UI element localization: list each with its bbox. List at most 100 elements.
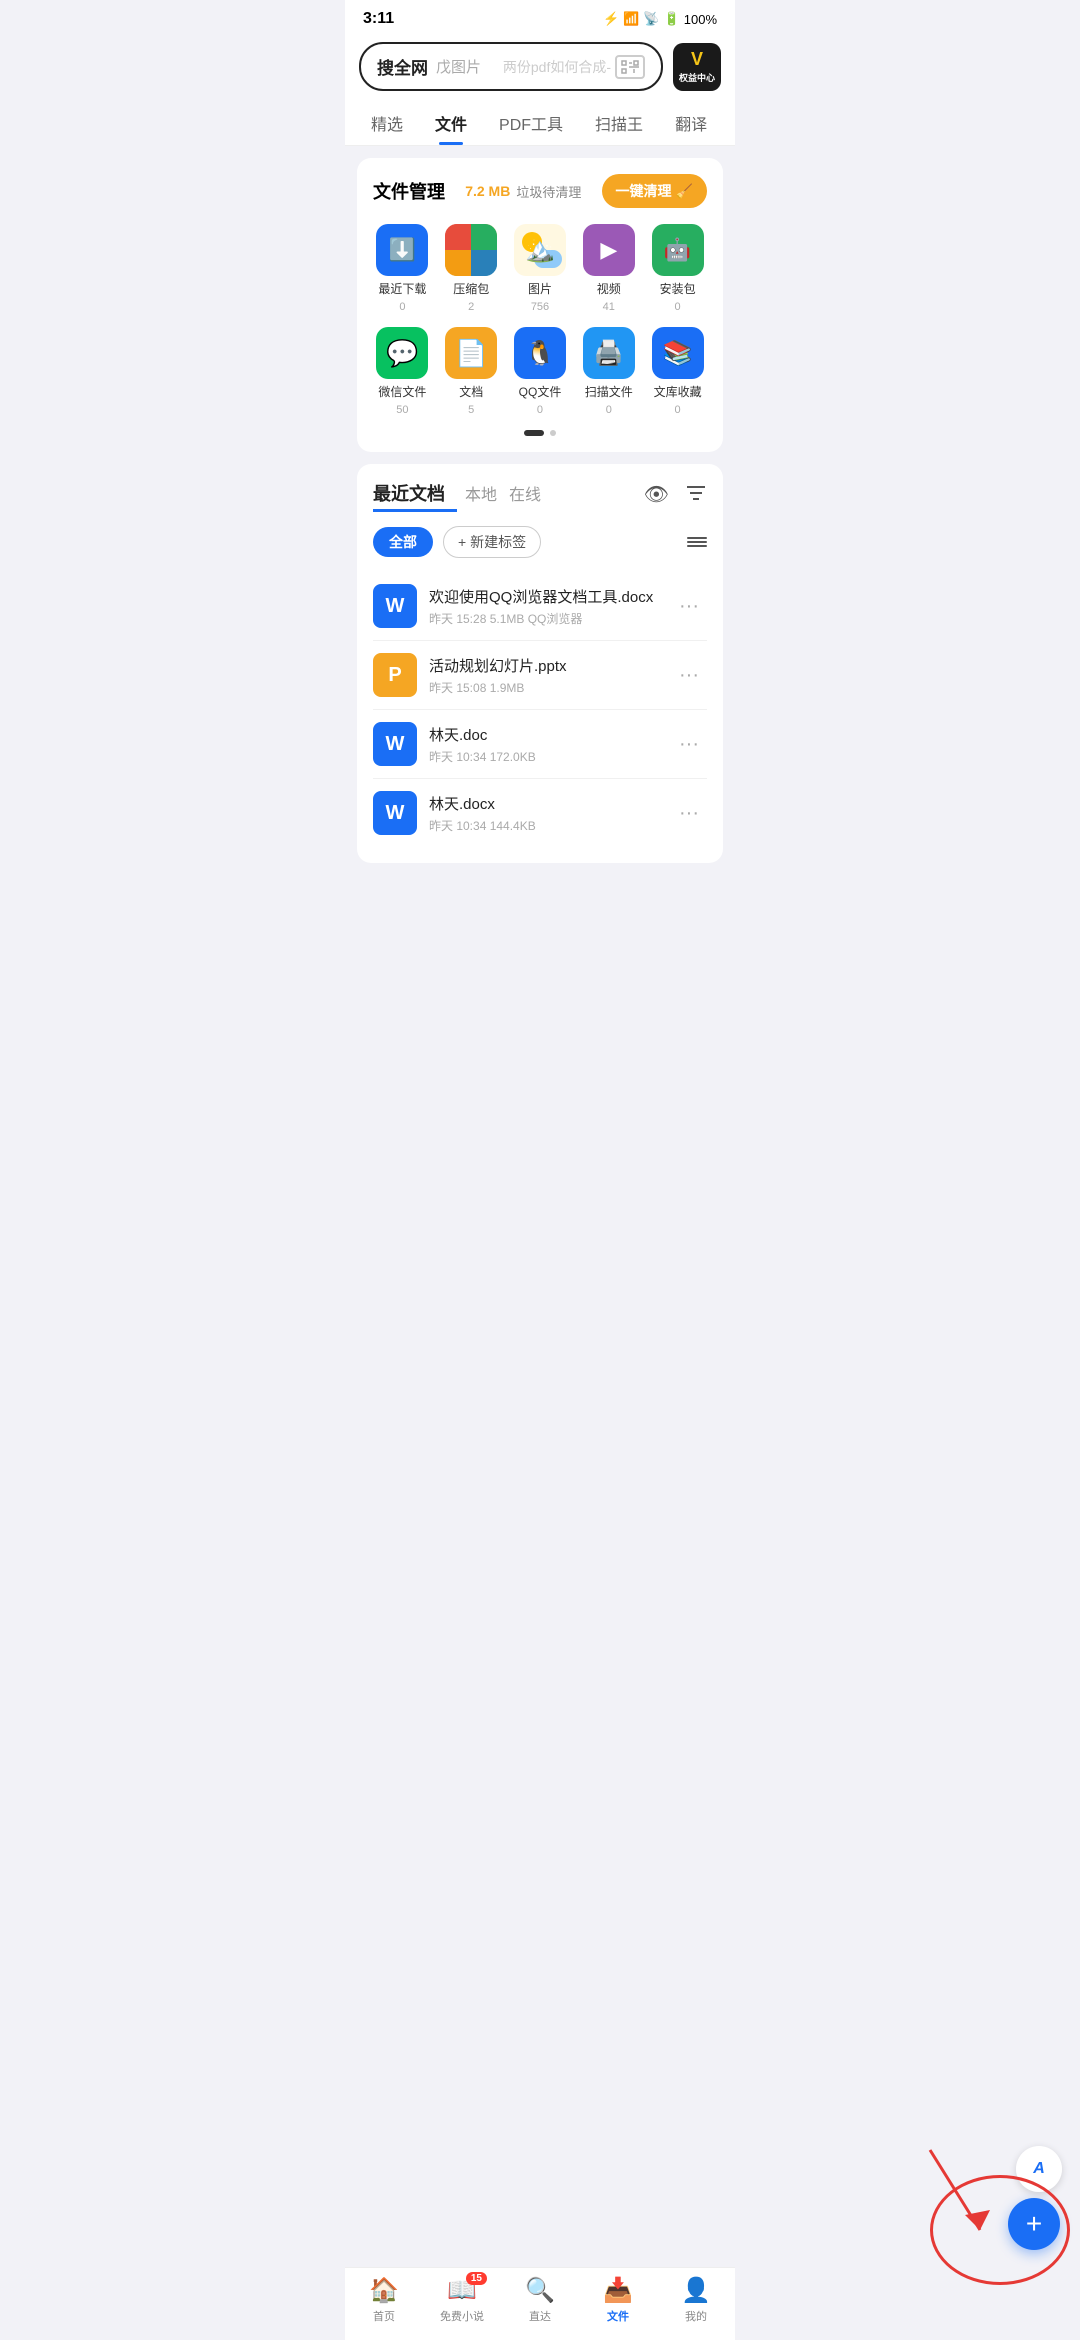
junk-size: 7.2 MB	[465, 183, 510, 199]
list-item[interactable]: W 林天.doc 昨天 10:34 172.0KB ···	[373, 710, 707, 779]
download-icon: ⬇️	[376, 224, 428, 276]
nav-item-home[interactable]: 🏠 首页	[345, 2276, 423, 2324]
file-title: 林天.docx	[429, 793, 659, 814]
image-icon: 🏔️	[514, 224, 566, 276]
tab-wenjian[interactable]: 文件	[419, 101, 483, 145]
tab-sync[interactable]: 同步学	[723, 101, 735, 145]
plus-icon: +	[1026, 2208, 1042, 2240]
tab-translate[interactable]: 翻译	[659, 101, 723, 145]
wifi-icon: 📶	[623, 11, 639, 27]
page-dots	[373, 430, 707, 436]
nav-item-profile[interactable]: 👤 我的	[657, 2276, 735, 2324]
file-item-zip[interactable]: 压缩包 2	[442, 224, 501, 313]
file-mgmt-header: 文件管理 7.2 MB 垃圾待清理 一键清理 🧹	[373, 174, 707, 208]
qq-icon: 🐧	[514, 327, 566, 379]
file-item-qq[interactable]: 🐧 QQ文件 0	[511, 327, 570, 416]
zip-icon	[445, 224, 497, 276]
status-icons: ⚡ 📶 📡 🔋 100%	[603, 11, 717, 27]
file-grid-row2: 💬 微信文件 50 📄 文档 5 🐧 QQ文件 0 🖨️ 扫描文件 0 📚 文库…	[373, 327, 707, 416]
junk-text: 垃圾待清理	[516, 182, 581, 201]
file-item-image[interactable]: 🏔️ 图片 756	[511, 224, 570, 313]
files-nav-icon: 📥	[603, 2276, 633, 2305]
file-item-lib[interactable]: 📚 文库收藏 0	[648, 327, 707, 416]
wechat-icon: 💬	[376, 327, 428, 379]
ppt-icon: P	[373, 653, 417, 697]
file-item-name: 视频	[597, 280, 621, 297]
file-item-name: 文库收藏	[654, 383, 702, 400]
file-meta: 昨天 15:28 5.1MB QQ浏览器	[429, 610, 659, 627]
tag-new[interactable]: + 新建标签	[443, 526, 541, 558]
battery-icon: 🔋	[664, 11, 680, 27]
nav-item-novel[interactable]: 📖 15 免费小说	[423, 2276, 501, 2324]
dot-inactive	[550, 430, 556, 436]
recent-tab-local[interactable]: 本地	[465, 481, 509, 511]
file-info: 林天.docx 昨天 10:34 144.4KB	[429, 793, 659, 834]
filter-icon[interactable]	[685, 482, 707, 510]
file-item-name: 安装包	[660, 280, 696, 297]
nav-label-home: 首页	[373, 2308, 395, 2324]
nav-tabs: 精选 文件 PDF工具 扫描王 翻译 同步学	[345, 101, 735, 146]
more-button[interactable]: ···	[671, 798, 707, 829]
dot-active	[524, 430, 544, 436]
file-item-scan[interactable]: 🖨️ 扫描文件 0	[579, 327, 638, 416]
view-icon[interactable]: 👁	[644, 482, 669, 510]
recent-actions: 👁	[644, 482, 707, 510]
scan-file-icon: 🖨️	[583, 327, 635, 379]
ocr-icon: A	[1033, 2160, 1045, 2178]
tag-all[interactable]: 全部	[373, 527, 433, 557]
nav-label-profile: 我的	[685, 2308, 707, 2324]
hamburger-menu[interactable]	[687, 537, 707, 547]
file-item-video[interactable]: ▶ 视频 41	[579, 224, 638, 313]
scan-icon	[615, 55, 645, 79]
list-item[interactable]: P 活动规划幻灯片.pptx 昨天 15:08 1.9MB ···	[373, 641, 707, 710]
file-meta: 昨天 10:34 144.4KB	[429, 817, 659, 834]
search-bar[interactable]: 搜全网 戊图片 两份pdf如何合成-	[359, 42, 663, 91]
more-button[interactable]: ···	[671, 660, 707, 691]
list-item[interactable]: W 欢迎使用QQ浏览器文档工具.docx 昨天 15:28 5.1MB QQ浏览…	[373, 572, 707, 641]
search-bar-container: 搜全网 戊图片 两份pdf如何合成- V 权益中心	[345, 34, 735, 101]
file-item-name: 扫描文件	[585, 383, 633, 400]
search-label: 搜全网	[377, 54, 428, 79]
nav-label-search: 直达	[529, 2308, 551, 2324]
nav-item-files[interactable]: 📥 文件	[579, 2276, 657, 2324]
file-item-name: QQ文件	[519, 383, 562, 400]
word-icon: W	[373, 584, 417, 628]
novel-badge-container: 📖 15	[447, 2276, 477, 2305]
clean-button[interactable]: 一键清理 🧹	[602, 174, 707, 208]
tab-pdf[interactable]: PDF工具	[483, 101, 579, 145]
file-mgmt-title: 文件管理	[373, 178, 445, 204]
file-list: W 欢迎使用QQ浏览器文档工具.docx 昨天 15:28 5.1MB QQ浏览…	[373, 572, 707, 847]
list-item[interactable]: W 林天.docx 昨天 10:34 144.4KB ···	[373, 779, 707, 847]
more-button[interactable]: ···	[671, 729, 707, 760]
file-item-name: 微信文件	[378, 383, 426, 400]
file-item-download[interactable]: ⬇️ 最近下载 0	[373, 224, 432, 313]
signal-icon: 📡	[643, 11, 659, 27]
doc-icon: 📄	[445, 327, 497, 379]
recent-tab-online[interactable]: 在线	[509, 481, 553, 511]
file-item-wechat[interactable]: 💬 微信文件 50	[373, 327, 432, 416]
search-nav-icon: 🔍	[525, 2276, 555, 2305]
recent-tab-recent[interactable]: 最近文档	[373, 480, 457, 512]
file-title: 欢迎使用QQ浏览器文档工具.docx	[429, 586, 659, 607]
more-button[interactable]: ···	[671, 591, 707, 622]
tab-jingxuan[interactable]: 精选	[355, 101, 419, 145]
search-hint-1: 戊图片	[436, 56, 481, 77]
file-grid-row1: ⬇️ 最近下载 0 压缩包 2 🏔️ 图片 756	[373, 224, 707, 313]
ocr-button[interactable]: A	[1016, 2146, 1062, 2192]
status-bar: 3:11 ⚡ 📶 📡 🔋 100%	[345, 0, 735, 34]
file-meta: 昨天 15:08 1.9MB	[429, 679, 659, 696]
fab-add-button[interactable]: +	[1008, 2198, 1060, 2250]
word-icon: W	[373, 791, 417, 835]
file-item-apk[interactable]: 🤖 安装包 0	[648, 224, 707, 313]
junk-info: 7.2 MB 垃圾待清理	[465, 182, 581, 201]
bluetooth-icon: ⚡	[603, 11, 619, 27]
file-item-name: 最近下载	[378, 280, 426, 297]
file-item-doc[interactable]: 📄 文档 5	[442, 327, 501, 416]
bottom-nav: 🏠 首页 📖 15 免费小说 🔍 直达 📥 文件 👤 我的	[345, 2267, 735, 2340]
tab-scan[interactable]: 扫描王	[579, 101, 659, 145]
word-icon: W	[373, 722, 417, 766]
nav-item-search[interactable]: 🔍 直达	[501, 2276, 579, 2324]
file-info: 活动规划幻灯片.pptx 昨天 15:08 1.9MB	[429, 655, 659, 696]
novel-badge: 15	[466, 2272, 487, 2285]
vip-avatar[interactable]: V 权益中心	[673, 43, 721, 91]
